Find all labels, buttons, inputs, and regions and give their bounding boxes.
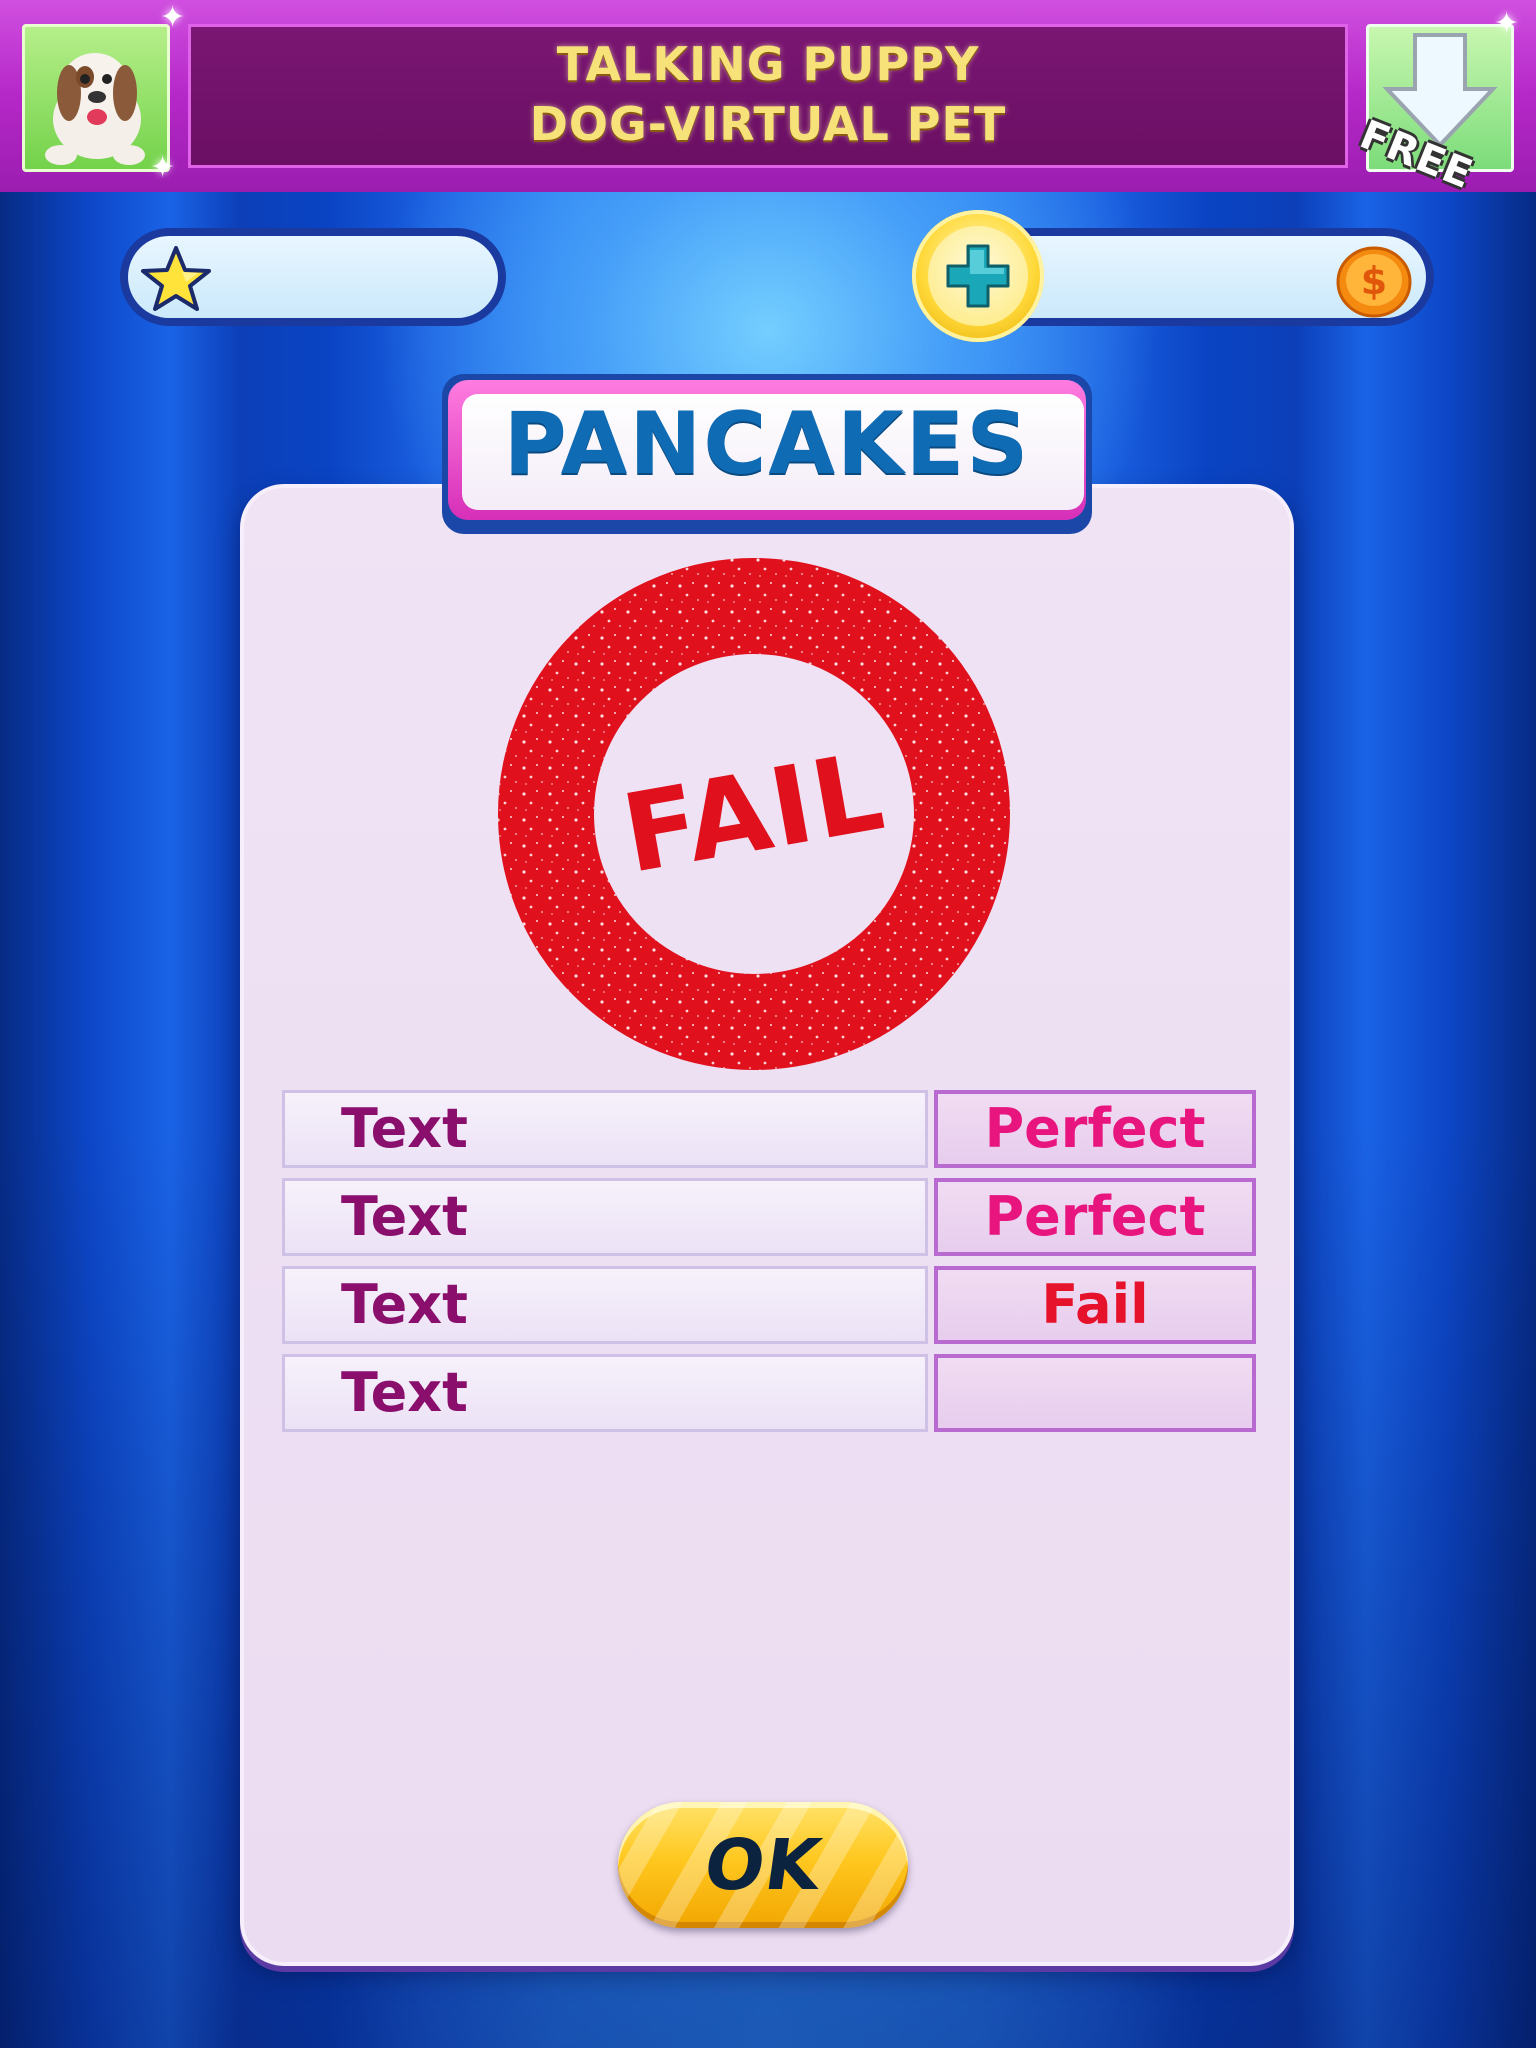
add-coins-button[interactable] xyxy=(912,210,1044,342)
stamp-text: FAIL xyxy=(614,729,894,898)
page-title: PANCAKES xyxy=(503,394,1031,494)
ad-banner[interactable]: TALKING PUPPY DOG-VIRTUAL PET FREE ✦ ✦ ✦ xyxy=(0,0,1536,198)
result-row-value xyxy=(934,1354,1256,1432)
result-label-text: Text xyxy=(341,1273,468,1336)
ad-title[interactable]: TALKING PUPPY DOG-VIRTUAL PET xyxy=(188,34,1348,154)
plus-icon[interactable] xyxy=(940,238,1016,314)
result-row-value: Perfect xyxy=(934,1178,1256,1256)
result-label-text: Text xyxy=(341,1185,468,1248)
ad-title-line1: TALKING PUPPY xyxy=(556,37,980,91)
star-icon xyxy=(141,246,211,311)
result-value-text: Fail xyxy=(1041,1273,1149,1336)
ok-button[interactable]: OK xyxy=(618,1802,908,1928)
result-row-value: Fail xyxy=(934,1266,1256,1344)
puppy-icon[interactable] xyxy=(22,24,170,172)
result-value-text: Perfect xyxy=(984,1097,1206,1160)
result-row-label: Text xyxy=(282,1090,928,1168)
dollar-coin-icon: $ xyxy=(1336,246,1412,318)
result-row-label: Text xyxy=(282,1354,928,1432)
result-row-value: Perfect xyxy=(934,1090,1256,1168)
result-label-text: Text xyxy=(341,1361,468,1424)
svg-text:$: $ xyxy=(1361,259,1387,303)
sparkle-icon: ✦ xyxy=(150,150,176,185)
ok-button-label[interactable]: OK xyxy=(618,1802,908,1928)
result-label-text: Text xyxy=(341,1097,468,1160)
fail-stamp: FAIL xyxy=(498,558,1010,1070)
sparkle-icon: ✦ xyxy=(1494,6,1520,41)
result-row-label: Text xyxy=(282,1266,928,1344)
sparkle-icon: ✦ xyxy=(160,0,186,35)
result-value-text: Perfect xyxy=(984,1185,1206,1248)
result-value-text xyxy=(938,1358,1252,1428)
result-row-label: Text xyxy=(282,1178,928,1256)
ad-title-line2: DOG-VIRTUAL PET xyxy=(529,97,1007,151)
